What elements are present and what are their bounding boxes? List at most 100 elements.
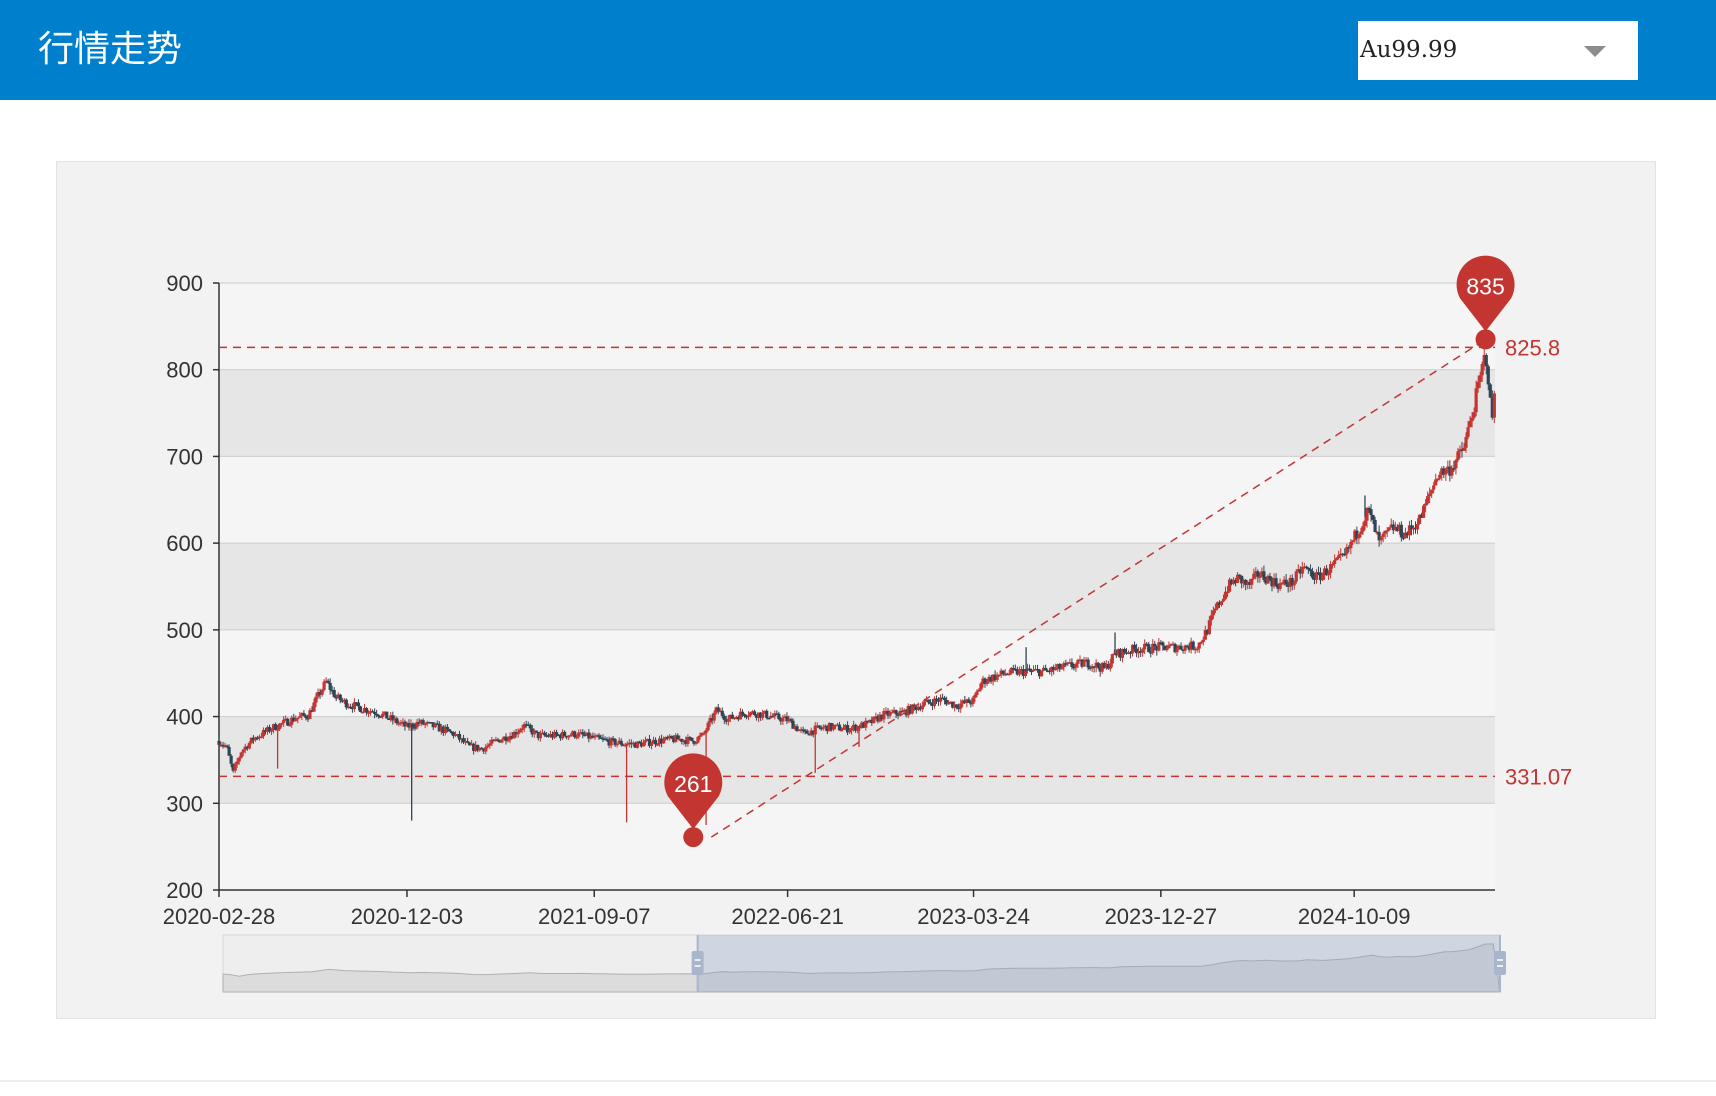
mark-point-label: 261 — [674, 771, 712, 797]
candle-body — [1331, 564, 1335, 566]
candle-body — [259, 736, 264, 738]
candle-body — [1434, 479, 1438, 486]
candle-body — [971, 697, 975, 705]
mark-point-label: 835 — [1466, 273, 1504, 299]
candle-body — [423, 723, 427, 726]
candle-body — [1274, 578, 1278, 586]
candle-body — [1424, 503, 1428, 506]
range-slider-left-handle[interactable] — [691, 951, 704, 975]
candle-body — [1268, 575, 1272, 580]
candle-body — [959, 703, 963, 709]
candle-body — [1110, 654, 1114, 664]
x-tick-label: 2023-03-24 — [917, 904, 1030, 929]
candle-body — [1252, 573, 1256, 579]
y-tick-label: 400 — [166, 705, 203, 730]
candle-body — [979, 683, 983, 690]
range-slider-window[interactable] — [697, 935, 1500, 992]
candle-body — [304, 715, 308, 718]
candle-body — [1039, 670, 1044, 677]
candle-body — [789, 719, 793, 721]
candle-body — [237, 757, 241, 762]
candle-body — [447, 729, 452, 732]
candle-body — [1219, 601, 1224, 605]
candle-body — [740, 711, 745, 715]
candle-body — [373, 711, 377, 714]
candle-body — [1165, 648, 1169, 651]
y-tick-label: 600 — [166, 531, 203, 556]
candle-body — [1153, 643, 1157, 647]
candle-body — [573, 731, 577, 738]
mark-line-label: 331.07 — [1505, 764, 1572, 789]
candle-body — [973, 695, 977, 698]
candle-body — [506, 739, 510, 742]
candle-body — [1082, 661, 1086, 667]
candle-body — [1292, 581, 1296, 586]
candle-body — [821, 727, 825, 729]
candle-body — [286, 718, 290, 726]
candle-body — [1371, 515, 1375, 520]
candle-body — [805, 730, 809, 734]
candle-body — [225, 745, 229, 748]
candle-body — [1195, 648, 1199, 651]
candle-body — [395, 718, 399, 724]
candle-body — [338, 694, 342, 701]
candle-body — [997, 674, 1001, 677]
candle-body — [1207, 620, 1211, 635]
candle-body — [767, 717, 771, 720]
candle-body — [670, 735, 674, 739]
candle-body — [1385, 530, 1389, 532]
candle-body — [575, 736, 579, 739]
candle-body — [1335, 557, 1339, 561]
candle-body — [706, 722, 710, 731]
candle-body — [1456, 451, 1460, 461]
candle-body — [1060, 667, 1064, 670]
candle-body — [765, 710, 769, 718]
candle-body — [1108, 663, 1112, 669]
candle-body — [1379, 536, 1383, 541]
candle-body — [1201, 639, 1205, 642]
candle-body — [344, 699, 348, 708]
candle-body — [696, 736, 700, 743]
y-tick-label: 800 — [166, 358, 203, 383]
candle-body — [233, 764, 237, 771]
candle-body — [1373, 519, 1377, 533]
candle-body — [312, 702, 316, 712]
candle-body — [712, 712, 716, 721]
candle-body — [554, 732, 559, 735]
candle-body — [280, 723, 284, 725]
candle-body — [381, 713, 385, 717]
candle-body — [977, 689, 981, 692]
candle-body — [649, 743, 654, 746]
candle-body — [1468, 421, 1472, 428]
candle-body — [1492, 393, 1496, 418]
candle-body — [1462, 447, 1466, 451]
candle-body — [643, 740, 648, 743]
x-tick-label: 2021-09-07 — [538, 904, 651, 929]
candle-body — [314, 696, 318, 703]
candle-body — [1191, 641, 1195, 650]
mark-point-dot — [1475, 329, 1496, 350]
candle-body — [1007, 673, 1011, 676]
candle-body — [320, 689, 324, 695]
range-slider-right-handle[interactable] — [1494, 951, 1506, 975]
candle-body — [294, 719, 298, 722]
candle-body — [1054, 667, 1058, 671]
candle-body — [520, 728, 524, 730]
candle-body — [1185, 645, 1189, 648]
candle-body — [597, 735, 601, 738]
candle-body — [839, 729, 844, 732]
candle-body — [1209, 615, 1213, 621]
candle-body — [1179, 645, 1183, 650]
candle-body — [662, 739, 666, 744]
candle-body — [1349, 541, 1353, 549]
candle-body — [694, 742, 698, 744]
candle-body — [1284, 579, 1288, 585]
candle-body — [239, 752, 243, 758]
candle-body — [1444, 469, 1448, 475]
grid-band — [219, 369, 1495, 457]
candle-body — [742, 714, 747, 716]
candle-body — [542, 732, 547, 736]
candle-body — [1086, 659, 1090, 668]
candle-body — [486, 745, 490, 748]
candle-body — [777, 713, 781, 719]
